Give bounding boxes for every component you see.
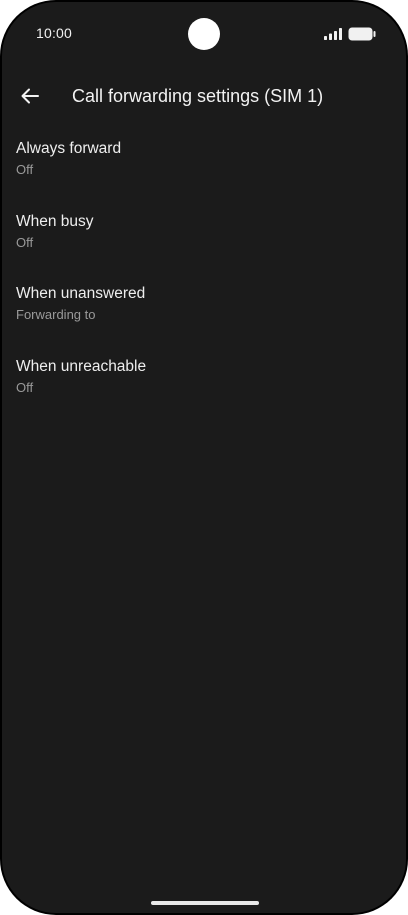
setting-summary: Off — [16, 162, 34, 177]
app-bar: Call forwarding settings (SIM 1) — [2, 74, 406, 118]
setting-summary: Off — [16, 379, 34, 395]
setting-when-unanswered[interactable]: When unanswered Forwarding to — [2, 275, 406, 348]
status-bar: 10:00 — [2, 2, 406, 66]
settings-list: Always forward Off When busy Off When un… — [2, 130, 406, 420]
cellular-signal-icon — [324, 28, 342, 40]
setting-title: Always forward — [16, 140, 122, 157]
camera-cutout — [188, 18, 220, 50]
setting-title: When unanswered — [16, 285, 146, 302]
setting-summary: Forwarding to — [16, 307, 96, 322]
setting-when-unreachable[interactable]: When unreachable Off — [2, 348, 406, 421]
screen: 10:00 Call forwarding settings (SIM 1) A… — [2, 2, 406, 913]
phone-frame: 10:00 Call forwarding settings (SIM 1) A… — [0, 0, 408, 915]
setting-title: When busy — [16, 212, 94, 230]
back-button[interactable] — [12, 78, 48, 114]
setting-summary: Off — [16, 234, 34, 250]
battery-full-icon — [348, 27, 376, 41]
arrow-left-icon — [21, 88, 39, 104]
setting-always-forward[interactable]: Always forward Off — [2, 130, 406, 203]
status-time: 10:00 — [36, 25, 73, 41]
setting-title: When unreachable — [16, 357, 147, 375]
setting-when-busy[interactable]: When busy Off — [2, 203, 406, 276]
gesture-navigation-bar[interactable] — [151, 901, 259, 905]
page-title: Call forwarding settings (SIM 1) — [72, 86, 324, 106]
